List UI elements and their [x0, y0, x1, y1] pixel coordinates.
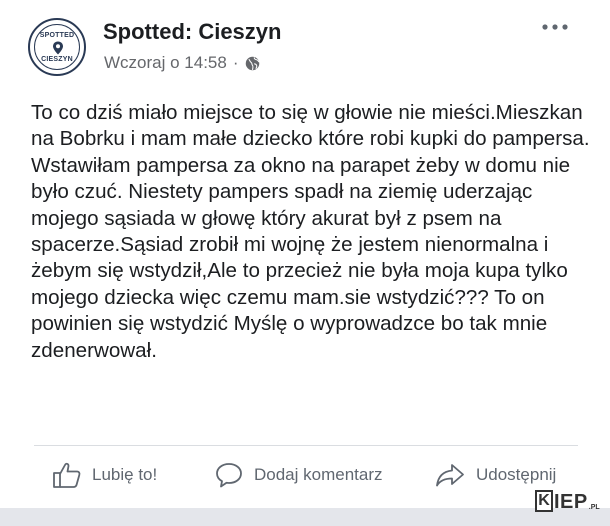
- facebook-post: SPOTTED CIESZYN Spotted: Cieszyn Wczoraj…: [0, 0, 610, 526]
- page-name-link[interactable]: Spotted: Cieszyn: [103, 19, 281, 45]
- post-meta: Wczoraj o 14:58 ·: [104, 53, 260, 73]
- share-label: Udostępnij: [476, 465, 557, 484]
- post-actions: Lubię to! Dodaj komentarz Udostępnij: [0, 455, 610, 495]
- watermark-text: IEP: [554, 491, 588, 513]
- share-arrow-icon: [436, 464, 464, 487]
- comment-button[interactable]: Dodaj komentarz: [214, 455, 383, 495]
- location-pin-icon: [53, 41, 63, 55]
- speech-bubble-icon: [216, 463, 242, 488]
- share-button[interactable]: Udostępnij: [434, 455, 556, 495]
- comment-label: Dodaj komentarz: [254, 465, 383, 484]
- bottom-bar: [0, 508, 610, 526]
- page-avatar[interactable]: SPOTTED CIESZYN: [28, 18, 86, 76]
- globe-icon[interactable]: [245, 56, 260, 71]
- actions-divider: [34, 445, 578, 446]
- avatar-text-bottom: CIESZYN: [41, 56, 73, 63]
- post-timestamp[interactable]: Wczoraj o 14:58: [104, 53, 227, 73]
- avatar-badge: SPOTTED CIESZYN: [34, 24, 80, 70]
- watermark-suffix: .PL: [588, 504, 600, 511]
- kiep-watermark-logo: K IEP .PL: [535, 490, 600, 512]
- meta-separator: ·: [232, 53, 239, 72]
- avatar-text-top: SPOTTED: [39, 32, 75, 39]
- like-label: Lubię to!: [92, 465, 158, 484]
- post-text: To co dziś miało miejsce to się w głowie…: [31, 101, 590, 362]
- thumbs-up-icon: [53, 462, 81, 488]
- more-options-icon[interactable]: [540, 20, 570, 34]
- like-button[interactable]: Lubię to!: [52, 455, 157, 495]
- watermark-box-letter: K: [535, 490, 553, 512]
